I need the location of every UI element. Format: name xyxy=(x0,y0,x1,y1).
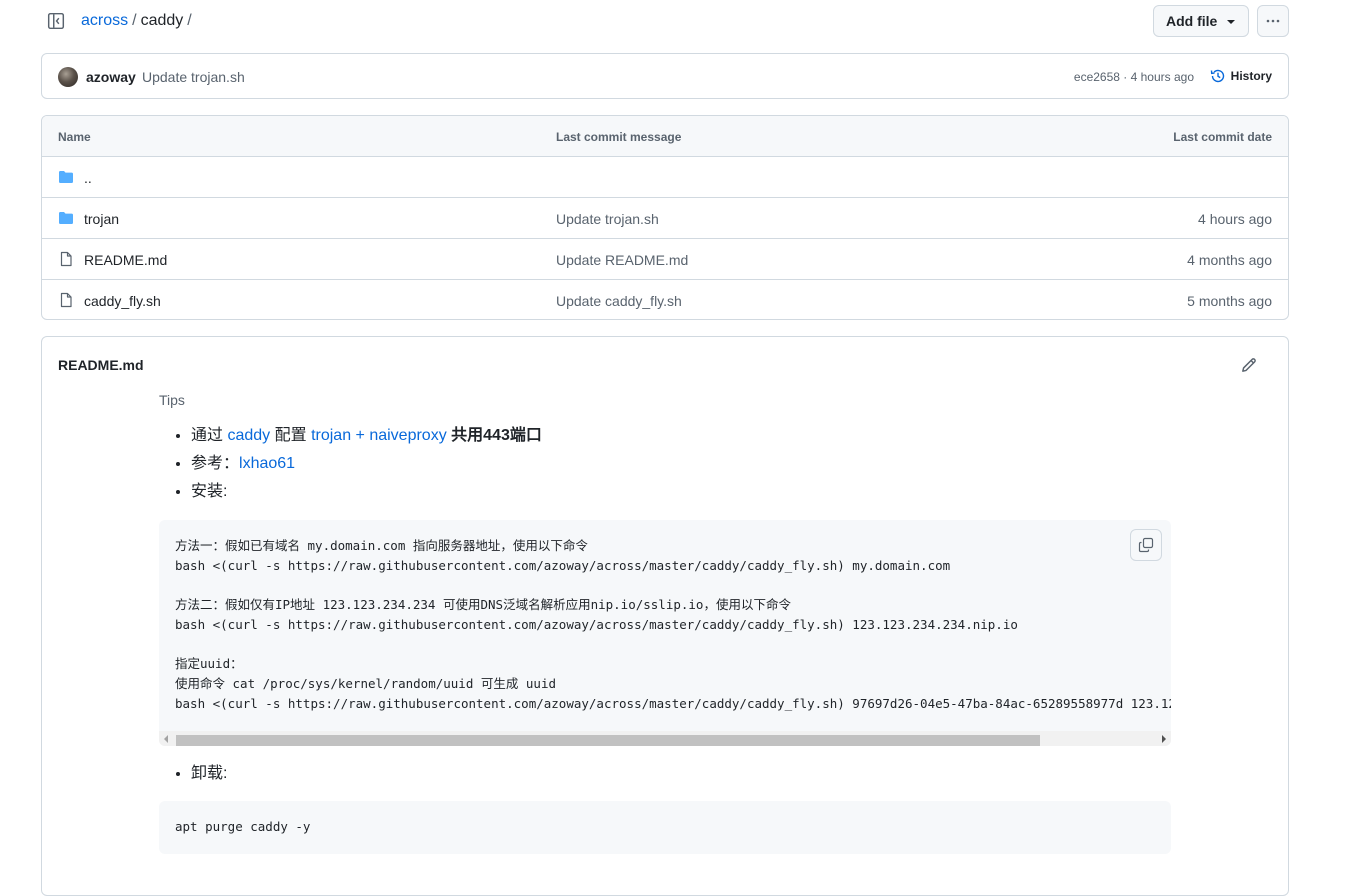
breadcrumb: across / caddy / xyxy=(81,11,196,31)
file-commit-message[interactable]: Update README.md xyxy=(556,252,688,268)
list-item-text: 配置 xyxy=(270,427,312,444)
lxhao61-link[interactable]: lxhao61 xyxy=(239,455,295,472)
column-header-message: Last commit message xyxy=(556,130,682,144)
table-row: caddy_fly.sh Update caddy_fly.sh 5 month… xyxy=(42,280,1288,319)
caddy-link[interactable]: caddy xyxy=(227,427,270,444)
file-commit-message[interactable]: Update caddy_fly.sh xyxy=(556,293,682,309)
list-item: 通过 caddy 配置 trojan + naiveproxy 共用443端口 xyxy=(191,422,542,450)
file-name[interactable]: README.md xyxy=(84,252,167,268)
file-table: Name Last commit message Last commit dat… xyxy=(41,115,1289,320)
list-item: 卸载: xyxy=(191,760,227,788)
readme-panel: README.md Tips 通过 caddy 配置 trojan + naiv… xyxy=(41,336,1289,896)
file-commit-date: 5 months ago xyxy=(1187,293,1272,309)
readme-list: 通过 caddy 配置 trojan + naiveproxy 共用443端口 … xyxy=(159,422,542,506)
install-code-block: 方法一：假如已有域名 my.domain.com 指向服务器地址，使用以下命令 … xyxy=(159,520,1171,746)
list-item-strong: 共用443端口 xyxy=(446,427,542,444)
caret-down-icon xyxy=(1227,20,1235,24)
list-item-text: 参考： xyxy=(191,455,240,472)
file-icon xyxy=(60,292,72,308)
uninstall-code[interactable]: apt purge caddy -y xyxy=(159,801,1171,853)
tips-heading: Tips xyxy=(159,392,185,408)
plus-link[interactable]: + xyxy=(351,427,369,444)
sidebar-toggle-icon[interactable] xyxy=(47,12,65,30)
naiveproxy-link[interactable]: naiveproxy xyxy=(369,427,446,444)
avatar[interactable] xyxy=(58,67,78,87)
column-header-name: Name xyxy=(58,130,91,144)
install-code[interactable]: 方法一：假如已有域名 my.domain.com 指向服务器地址，使用以下命令 … xyxy=(159,520,1171,729)
list-item: 参考：lxhao61 xyxy=(191,450,542,478)
commit-sha-time[interactable]: ece2658 · 4 hours ago xyxy=(1074,70,1194,84)
list-item-text: 通过 xyxy=(191,427,228,444)
file-name[interactable]: .. xyxy=(84,170,92,186)
column-header-date: Last commit date xyxy=(1173,130,1272,144)
trojan-link[interactable]: trojan xyxy=(311,427,351,444)
scrollbar-thumb[interactable] xyxy=(176,735,1040,746)
more-options-button[interactable] xyxy=(1257,5,1289,37)
history-icon xyxy=(1210,69,1224,83)
file-name[interactable]: trojan xyxy=(84,211,119,227)
commit-author[interactable]: azoway xyxy=(86,69,136,85)
file-commit-date: 4 hours ago xyxy=(1198,211,1272,227)
scroll-right-icon[interactable] xyxy=(1162,735,1166,743)
table-row-parent-dir[interactable]: .. xyxy=(42,157,1288,198)
add-file-label: Add file xyxy=(1166,13,1218,29)
file-name[interactable]: caddy_fly.sh xyxy=(84,293,161,309)
scroll-left-icon[interactable] xyxy=(164,735,168,743)
file-commit-date: 4 months ago xyxy=(1187,252,1272,268)
history-button[interactable]: History xyxy=(1210,68,1272,84)
table-row: README.md Update README.md 4 months ago xyxy=(42,239,1288,280)
repo-header: across / caddy / Add file xyxy=(41,5,1289,37)
file-table-header: Name Last commit message Last commit dat… xyxy=(42,116,1288,157)
table-row: trojan Update trojan.sh 4 hours ago xyxy=(42,198,1288,239)
breadcrumb-trailing-separator: / xyxy=(187,12,192,29)
file-commit-message[interactable]: Update trojan.sh xyxy=(556,211,659,227)
readme-title[interactable]: README.md xyxy=(58,357,144,373)
breadcrumb-current-dir: caddy xyxy=(140,12,184,29)
horizontal-scrollbar[interactable] xyxy=(159,731,1171,746)
kebab-horizontal-icon xyxy=(1266,19,1280,23)
readme-list-uninstall: 卸载: xyxy=(159,760,227,788)
folder-icon xyxy=(59,171,73,183)
add-file-button[interactable]: Add file xyxy=(1153,5,1249,37)
list-item: 安装: xyxy=(191,478,542,506)
copy-button[interactable] xyxy=(1130,529,1162,561)
file-icon xyxy=(60,251,72,267)
latest-commit-box: azoway Update trojan.sh ece2658 · 4 hour… xyxy=(41,53,1289,99)
pencil-icon[interactable] xyxy=(1240,356,1258,374)
uninstall-code-block: apt purge caddy -y xyxy=(159,801,1171,854)
breadcrumb-repo-link[interactable]: across xyxy=(81,12,128,29)
commit-message[interactable]: Update trojan.sh xyxy=(142,69,245,85)
copy-icon xyxy=(1138,537,1154,553)
folder-icon xyxy=(59,212,73,224)
history-label: History xyxy=(1230,69,1272,83)
breadcrumb-separator: / xyxy=(132,12,137,29)
